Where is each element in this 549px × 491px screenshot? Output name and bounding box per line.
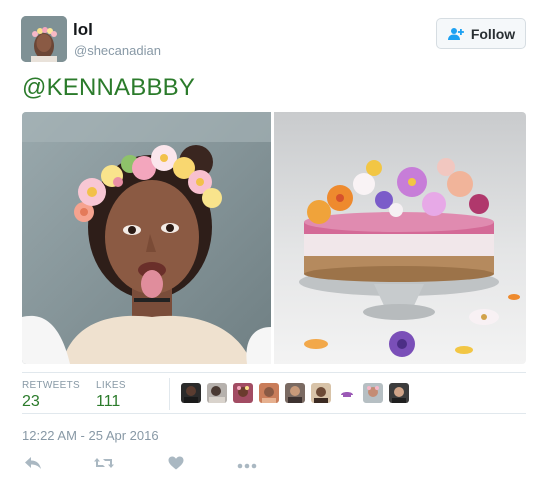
liker-avatar[interactable] [285, 383, 305, 403]
display-name[interactable]: lol [73, 20, 93, 40]
likes-label: LIKES [96, 380, 126, 391]
tweet-stats: RETWEETS 23 LIKES 111 [22, 372, 526, 414]
tweet-timestamp[interactable]: 12:22 AM - 25 Apr 2016 [22, 428, 159, 443]
liker-avatar[interactable] [311, 383, 331, 403]
media-photo-left[interactable] [22, 112, 271, 364]
reply-icon [24, 456, 42, 475]
retweets-label: RETWEETS [22, 380, 80, 391]
tweet-card: lol @shecanadian Follow @KENNABBBY RETWE… [0, 0, 549, 491]
retweet-icon [93, 456, 115, 475]
liker-avatar[interactable] [259, 383, 279, 403]
follow-button[interactable]: Follow [436, 18, 526, 49]
screen-name[interactable]: @shecanadian [74, 43, 161, 58]
liker-avatar[interactable] [207, 383, 227, 403]
more-icon [237, 456, 257, 474]
follow-user-icon [447, 27, 465, 41]
heart-icon [168, 456, 184, 475]
stats-divider [169, 378, 170, 410]
liker-avatar[interactable] [181, 383, 201, 403]
media-photo-right[interactable] [274, 112, 526, 364]
media-grid [22, 112, 526, 364]
likes-count: 111 [96, 393, 121, 410]
retweet-button[interactable] [93, 455, 115, 475]
avatar-image [21, 16, 67, 62]
follow-label: Follow [470, 25, 516, 42]
retweets-count: 23 [22, 393, 40, 410]
liker-avatar[interactable] [233, 383, 253, 403]
liker-avatar[interactable] [363, 383, 383, 403]
reply-button[interactable] [22, 455, 44, 475]
more-button[interactable] [236, 455, 258, 475]
tweet-text[interactable]: @KENNABBBY [22, 74, 195, 102]
tweet-actions [22, 455, 322, 475]
like-button[interactable] [165, 455, 187, 475]
avatar[interactable] [21, 16, 67, 62]
liker-avatar[interactable] [337, 383, 357, 403]
liker-avatar[interactable] [389, 383, 409, 403]
